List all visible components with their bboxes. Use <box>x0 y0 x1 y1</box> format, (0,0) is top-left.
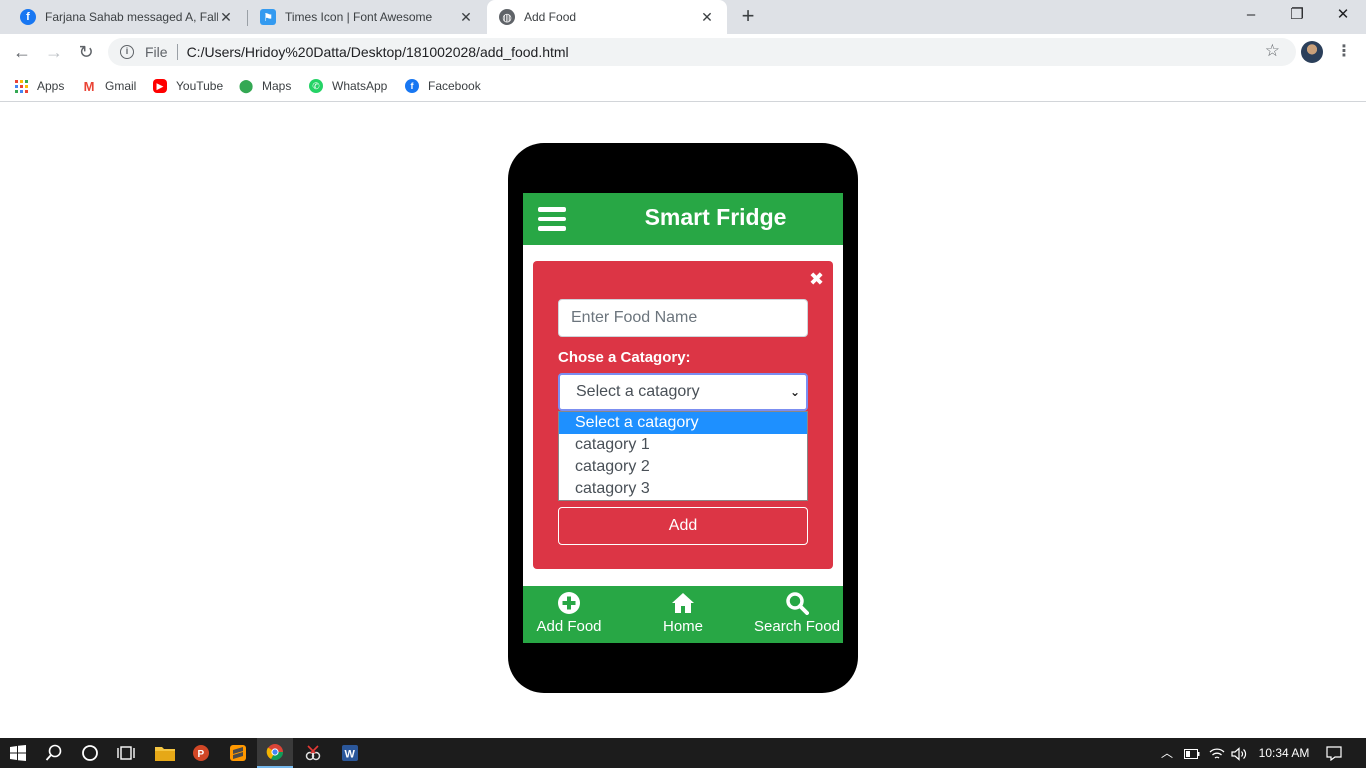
bookmark-star-icon[interactable]: ☆ <box>1265 41 1280 61</box>
omnibox-separator <box>176 44 178 60</box>
youtube-icon: ▶ <box>153 79 167 93</box>
url-scheme: File <box>145 44 168 60</box>
facebook-icon: f <box>20 9 36 25</box>
search-icon[interactable] <box>36 738 72 768</box>
browser-toolbar: ← → ↻ i File C:/Users/Hridoy%20Datta/Des… <box>0 34 1366 70</box>
menu-kebab-icon[interactable]: ⋮ <box>1336 41 1352 63</box>
bookmark-label: Gmail <box>105 79 137 93</box>
app-footer-nav: Add Food Home Search Food <box>523 586 843 643</box>
bookmarks-bar: Apps M Gmail ▶ YouTube ⬤ Maps ✆ WhatsApp… <box>0 70 1366 102</box>
add-food-card: ✖ Enter Food Name Chose a Catagory: Sele… <box>533 261 833 569</box>
reload-icon[interactable]: ↻ <box>74 40 98 64</box>
snipping-tool-icon[interactable] <box>295 738 331 768</box>
action-center-icon[interactable] <box>1320 738 1348 768</box>
category-option[interactable]: catagory 1 <box>559 434 807 456</box>
app-title: Smart Fridge <box>644 204 787 230</box>
food-name-input[interactable]: Enter Food Name <box>558 299 808 337</box>
font-awesome-flag-icon: ⚑ <box>260 9 276 25</box>
task-view-icon[interactable] <box>108 738 144 768</box>
bookmark-youtube[interactable]: ▶ YouTube <box>153 76 223 96</box>
restore-button[interactable]: ❐ <box>1274 0 1320 30</box>
add-button[interactable]: Add <box>558 507 808 545</box>
file-explorer-icon[interactable] <box>147 738 183 768</box>
powerpoint-icon[interactable]: P <box>183 738 219 768</box>
clock[interactable]: 10:34 AM <box>1252 738 1316 768</box>
tab-title: Times Icon | Font Awesome <box>285 10 433 24</box>
hamburger-menu-icon[interactable] <box>538 207 566 231</box>
windows-taskbar: P W ︿ 10:34 AM <box>0 738 1366 768</box>
back-arrow-icon[interactable]: ← <box>10 40 34 64</box>
svg-text:P: P <box>198 749 205 760</box>
tab-title: Add Food <box>524 10 577 24</box>
phone-screen: Smart Fridge ✖ Enter Food Name Chose a C… <box>523 193 843 643</box>
chrome-icon[interactable] <box>257 738 293 768</box>
category-dropdown: Select a catagory catagory 1 catagory 2 … <box>558 411 808 501</box>
wifi-icon[interactable] <box>1206 738 1228 768</box>
bookmark-label: YouTube <box>176 79 224 93</box>
bookmark-label: WhatsApp <box>332 79 388 93</box>
maps-pin-icon: ⬤ <box>238 78 254 93</box>
bookmark-facebook[interactable]: f Facebook <box>405 76 481 96</box>
plus-circle-icon <box>558 592 580 614</box>
bookmark-gmail[interactable]: M Gmail <box>82 76 136 96</box>
browser-tab-strip: f Farjana Sahab messaged A, Fall S ✕ ⚑ T… <box>0 0 1366 34</box>
close-window-button[interactable]: ✕ <box>1320 0 1366 30</box>
tab-font-awesome[interactable]: ⚑ Times Icon | Font Awesome ✕ <box>248 0 486 34</box>
category-selected-value: Select a catagory <box>576 383 700 400</box>
volume-icon[interactable] <box>1228 738 1250 768</box>
gmail-icon: M <box>82 78 96 94</box>
app-header: Smart Fridge <box>523 193 843 245</box>
forward-arrow-icon[interactable]: → <box>42 40 66 64</box>
whatsapp-icon: ✆ <box>309 79 323 93</box>
sublime-text-icon[interactable] <box>220 738 256 768</box>
tab-add-food[interactable]: ◍ Add Food ✕ <box>487 0 727 34</box>
home-icon <box>672 593 694 613</box>
close-tab-icon[interactable]: ✕ <box>699 9 715 26</box>
site-info-icon[interactable]: i <box>120 45 134 59</box>
tab-facebook[interactable]: f Farjana Sahab messaged A, Fall S ✕ <box>8 0 246 34</box>
close-tab-icon[interactable]: ✕ <box>218 9 234 26</box>
apps-grid-icon <box>15 79 28 93</box>
bookmark-label: Maps <box>262 79 292 93</box>
bookmark-label: Facebook <box>428 79 481 93</box>
nav-label: Home <box>662 618 703 635</box>
new-tab-button[interactable]: + <box>738 5 758 29</box>
search-icon <box>786 592 809 615</box>
nav-label: Add Food <box>536 618 602 635</box>
svg-text:W: W <box>345 749 356 761</box>
cortana-icon[interactable] <box>72 738 108 768</box>
nav-label: Search Food <box>754 618 840 635</box>
chevron-down-icon: ⌄ <box>789 385 800 399</box>
category-label: Chose a Catagory: <box>558 349 691 366</box>
phone-frame: Smart Fridge ✖ Enter Food Name Chose a C… <box>508 143 858 693</box>
nav-search-food[interactable]: Search Food <box>754 586 840 643</box>
url-text[interactable]: C:/Users/Hridoy%20Datta/Desktop/18100202… <box>187 44 569 60</box>
bookmark-maps[interactable]: ⬤ Maps <box>239 76 291 96</box>
address-bar[interactable]: i File C:/Users/Hridoy%20Datta/Desktop/1… <box>108 38 1296 66</box>
category-option[interactable]: Select a catagory <box>559 412 807 434</box>
category-select[interactable]: Select a catagory ⌄ <box>558 373 808 411</box>
category-option[interactable]: catagory 2 <box>559 456 807 478</box>
windows-start-icon[interactable] <box>0 738 36 768</box>
bookmark-whatsapp[interactable]: ✆ WhatsApp <box>309 76 387 96</box>
bookmark-apps[interactable]: Apps <box>15 76 64 96</box>
bookmark-label: Apps <box>37 79 65 93</box>
category-option[interactable]: catagory 3 <box>559 478 807 500</box>
nav-home[interactable]: Home <box>643 586 723 643</box>
show-hidden-icons-chevron-icon[interactable]: ︿ <box>1158 738 1176 768</box>
nav-add-food[interactable]: Add Food <box>529 586 609 643</box>
minimize-button[interactable]: – <box>1228 0 1274 30</box>
close-tab-icon[interactable]: ✕ <box>458 9 474 26</box>
word-icon[interactable]: W <box>332 738 368 768</box>
tab-title: Farjana Sahab messaged A, Fall S <box>45 10 218 24</box>
battery-icon[interactable] <box>1182 738 1202 768</box>
facebook-icon: f <box>405 79 419 93</box>
globe-icon: ◍ <box>499 9 515 25</box>
close-icon[interactable]: ✖ <box>809 270 824 288</box>
profile-avatar[interactable] <box>1301 41 1323 63</box>
